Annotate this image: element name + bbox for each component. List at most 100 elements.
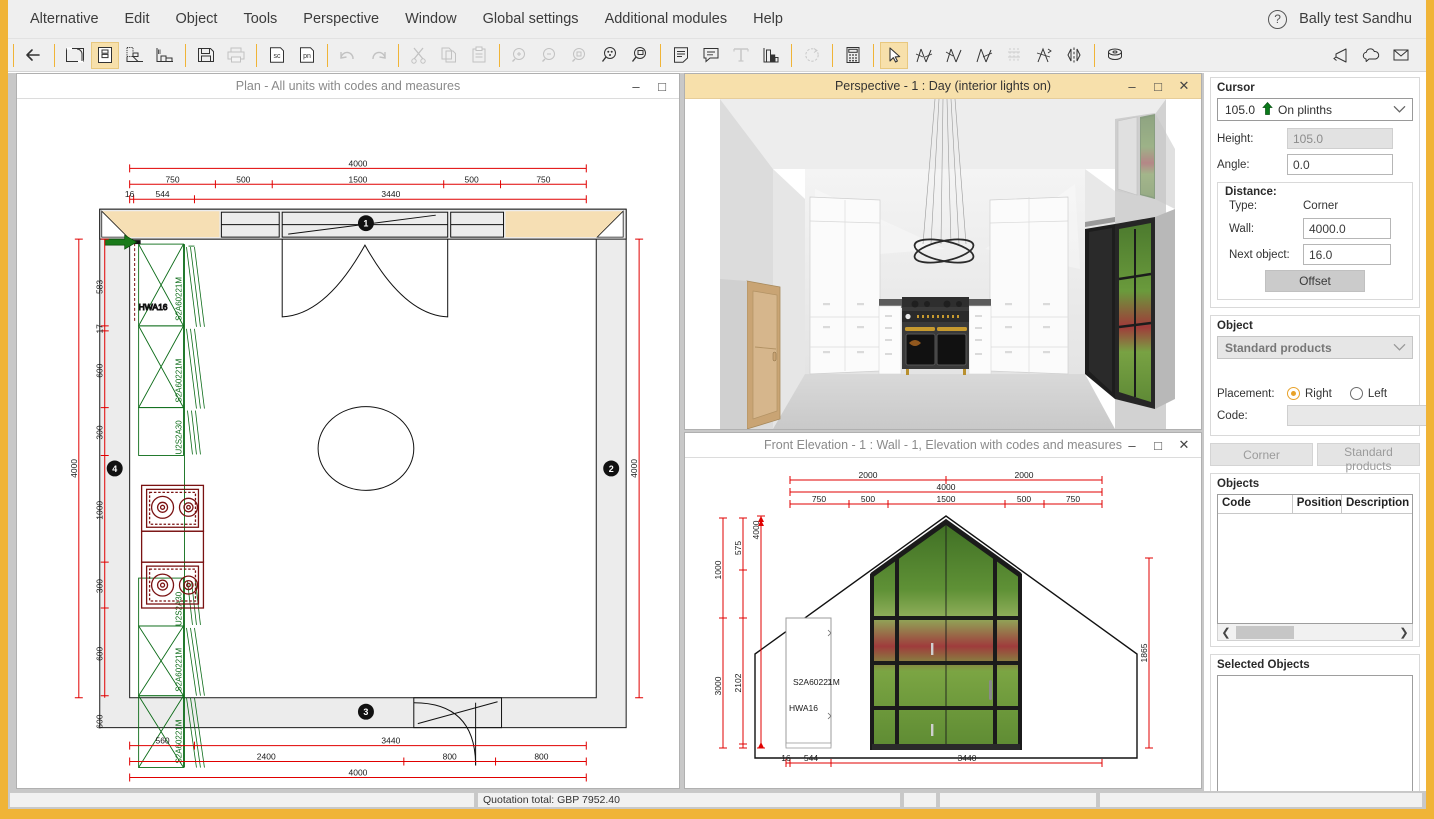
zoom-window-icon[interactable] xyxy=(566,42,594,69)
placement-option-left[interactable]: Left xyxy=(1350,387,1387,400)
wall-tool-3-icon[interactable] xyxy=(970,42,998,69)
cut-icon[interactable] xyxy=(405,42,433,69)
distance-next-object-input[interactable] xyxy=(1303,244,1391,265)
placement-option-right-label: Right xyxy=(1305,388,1332,400)
object-type-dropdown[interactable]: Standard products xyxy=(1217,336,1413,359)
objects-table[interactable]: Code Position Description xyxy=(1217,494,1413,624)
menu-item-alternative[interactable]: Alternative xyxy=(17,5,112,33)
svg-text:560: 560 xyxy=(155,736,169,746)
plan-window-titlebar[interactable]: Plan - All units with codes and measures… xyxy=(17,74,679,99)
wall-tool-2-icon[interactable] xyxy=(940,42,968,69)
zoom-in-icon[interactable] xyxy=(506,42,534,69)
close-icon[interactable]: ✕ xyxy=(1171,434,1197,456)
svg-text:4000: 4000 xyxy=(937,482,956,492)
tape-measure-icon[interactable] xyxy=(1101,42,1129,69)
objects-column-description[interactable]: Description xyxy=(1342,495,1412,514)
wall-tool-1-icon[interactable] xyxy=(910,42,938,69)
maximize-icon[interactable]: □ xyxy=(1145,434,1171,456)
calculator-icon[interactable] xyxy=(839,42,867,69)
maximize-icon[interactable]: □ xyxy=(1145,75,1171,97)
selected-objects-list[interactable] xyxy=(1217,675,1413,791)
menu-item-edit[interactable]: Edit xyxy=(112,5,163,33)
zoom-all-icon[interactable] xyxy=(596,42,624,69)
redo-icon[interactable] xyxy=(364,42,392,69)
wall-angle-icon[interactable] xyxy=(1030,42,1058,69)
maximize-icon[interactable]: □ xyxy=(649,75,675,97)
comment-icon[interactable] xyxy=(697,42,725,69)
placement-option-right[interactable]: Right xyxy=(1287,387,1332,400)
select-pointer-icon[interactable] xyxy=(880,42,908,69)
paste-icon[interactable] xyxy=(465,42,493,69)
minimize-icon[interactable]: – xyxy=(623,75,649,97)
menu-item-perspective[interactable]: Perspective xyxy=(290,5,392,33)
status-cell-4 xyxy=(939,792,1097,808)
print-icon[interactable] xyxy=(222,42,250,69)
megaphone-icon[interactable] xyxy=(1327,42,1355,69)
svg-text:3440: 3440 xyxy=(381,189,400,199)
offset-button[interactable]: Offset xyxy=(1265,270,1365,292)
question-mark-icon[interactable]: ? xyxy=(1268,10,1287,29)
zoom-previous-icon[interactable] xyxy=(626,42,654,69)
minimize-icon[interactable]: – xyxy=(1119,434,1145,456)
elevation-canvas[interactable]: 2000 2000 4000 750 500 1500 500 750 xyxy=(685,458,1201,788)
scroll-track[interactable] xyxy=(1234,626,1396,639)
menu-item-help[interactable]: Help xyxy=(740,5,796,33)
plan-canvas[interactable]: 4000 750 500 1500 500 750 16 544 xyxy=(17,99,679,788)
standard-products-button[interactable]: Standard products xyxy=(1317,443,1420,466)
mirror-icon[interactable] xyxy=(1060,42,1088,69)
grid-icon[interactable] xyxy=(1000,42,1028,69)
plan-wall-marker-3: 3 xyxy=(358,704,374,720)
menu-item-object[interactable]: Object xyxy=(163,5,231,33)
zoom-out-icon[interactable] xyxy=(536,42,564,69)
svg-text:S2A60221M: S2A60221M xyxy=(793,677,840,687)
perspective-door xyxy=(720,279,780,429)
cursor-height-input[interactable] xyxy=(1287,128,1393,149)
scroll-thumb[interactable] xyxy=(1236,626,1294,639)
plan-window: Plan - All units with codes and measures… xyxy=(16,73,680,789)
elevation-view-icon[interactable] xyxy=(91,42,119,69)
objects-column-code[interactable]: Code xyxy=(1218,495,1293,514)
objects-horizontal-scrollbar[interactable]: ❮ ❯ xyxy=(1217,624,1413,641)
save-icon[interactable] xyxy=(192,42,220,69)
measures-view-icon[interactable] xyxy=(151,42,179,69)
perspective-view-icon[interactable] xyxy=(121,42,149,69)
pn-document-icon[interactable]: pn xyxy=(293,42,321,69)
placement-option-left-label: Left xyxy=(1368,388,1387,400)
code-input[interactable] xyxy=(1287,405,1426,426)
text-tool-icon[interactable] xyxy=(727,42,755,69)
back-arrow-icon[interactable] xyxy=(20,42,48,69)
distance-wall-input[interactable] xyxy=(1303,218,1391,239)
perspective-render-canvas[interactable] xyxy=(685,99,1201,429)
notes-icon[interactable] xyxy=(667,42,695,69)
objects-column-position[interactable]: Position xyxy=(1293,495,1342,514)
minimize-icon[interactable]: – xyxy=(1119,75,1145,97)
menu-item-additional-modules[interactable]: Additional modules xyxy=(592,5,741,33)
cursor-angle-input[interactable] xyxy=(1287,154,1393,175)
elevation-window-titlebar[interactable]: Front Elevation - 1 : Wall - 1, Elevatio… xyxy=(685,433,1201,458)
perspective-window-titlebar[interactable]: Perspective - 1 : Day (interior lights o… xyxy=(685,74,1201,99)
close-icon[interactable]: ✕ xyxy=(1171,75,1197,97)
corner-button[interactable]: Corner xyxy=(1210,443,1313,466)
materials-icon[interactable] xyxy=(757,42,785,69)
scroll-left-arrow-icon[interactable]: ❮ xyxy=(1218,626,1234,639)
cursor-mode-dropdown[interactable]: 105.0 On plinths xyxy=(1217,98,1413,121)
chat-cloud-icon[interactable] xyxy=(1357,42,1385,69)
menu-item-window[interactable]: Window xyxy=(392,5,470,33)
svg-text:4000: 4000 xyxy=(349,158,368,168)
objects-table-body[interactable] xyxy=(1218,514,1412,623)
svg-text:300: 300 xyxy=(95,425,105,439)
rotate-icon[interactable] xyxy=(798,42,826,69)
main-toolbar: sc pn xyxy=(8,39,1426,72)
menu-item-tools[interactable]: Tools xyxy=(230,5,290,33)
toolbar-right-group xyxy=(1326,42,1426,69)
scroll-right-arrow-icon[interactable]: ❯ xyxy=(1396,626,1412,639)
menu-item-global-settings[interactable]: Global settings xyxy=(470,5,592,33)
copy-icon[interactable] xyxy=(435,42,463,69)
toolbar-divider xyxy=(185,44,186,67)
svg-text:1: 1 xyxy=(363,219,368,229)
undo-icon[interactable] xyxy=(334,42,362,69)
envelope-icon[interactable] xyxy=(1387,42,1415,69)
plan-view-icon[interactable] xyxy=(61,42,89,69)
svg-text:750: 750 xyxy=(536,174,550,184)
sc-document-icon[interactable]: sc xyxy=(263,42,291,69)
